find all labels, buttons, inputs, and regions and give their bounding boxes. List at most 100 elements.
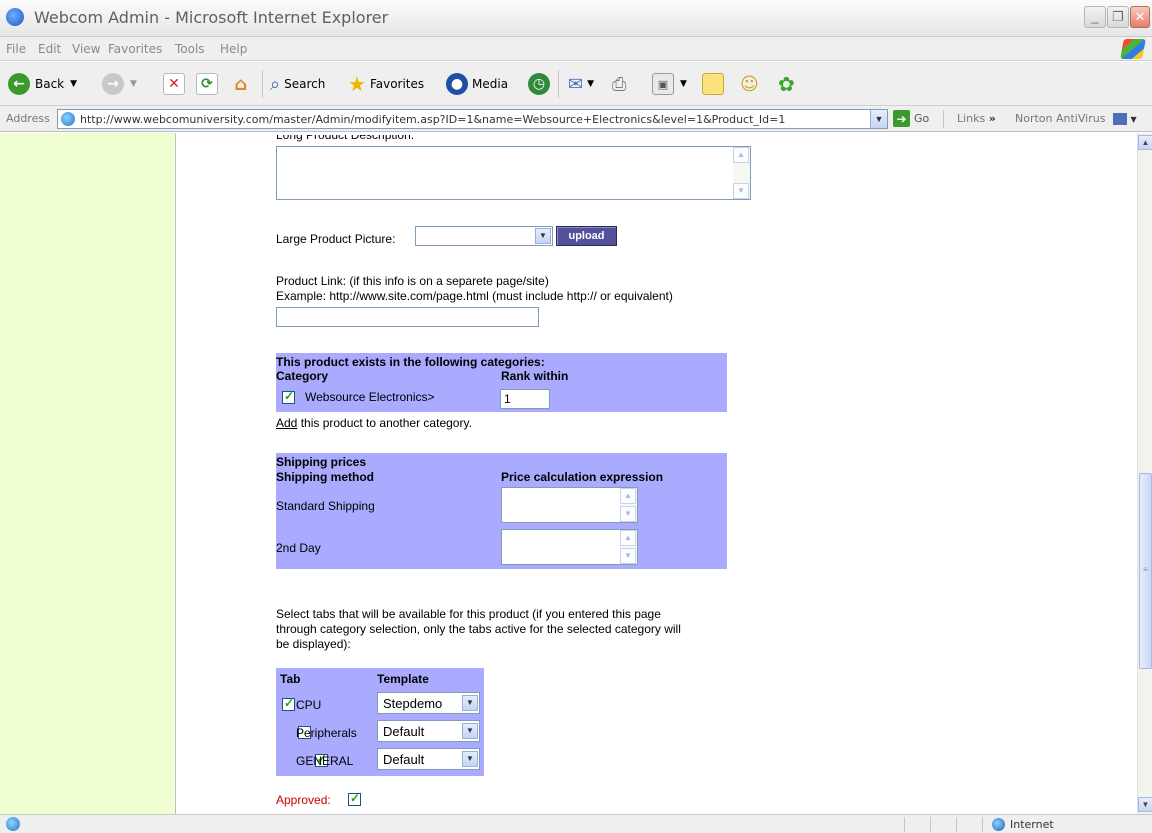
menu-view[interactable]: View [72,42,100,56]
menu-file[interactable]: File [6,42,26,56]
scroll-down-icon[interactable]: ▼ [733,183,749,199]
stop-icon: ✕ [163,73,185,95]
large-picture-select[interactable]: ▼ [415,226,553,246]
edit-dropdown-icon[interactable]: ▼ [680,79,687,89]
long-desc-scrollbar[interactable]: ▲ ▼ [733,147,750,199]
go-arrow-icon: ➔ [893,110,910,127]
scroll-up-icon[interactable]: ▲ [620,530,636,546]
back-button[interactable]: ← Back ▼ [8,72,77,96]
rank-column-header: Rank within [501,369,569,383]
icq-flower-icon: ✿ [778,72,795,96]
scroll-up-icon[interactable]: ▲ [733,147,749,163]
add-category-link[interactable]: Add [276,416,297,430]
close-button[interactable]: ✕ [1130,6,1150,28]
forward-arrow-icon: → [102,73,124,95]
favorites-button[interactable]: ★ Favorites [348,72,424,96]
media-button[interactable]: ● Media [446,72,508,96]
ie-app-icon[interactable] [6,8,24,26]
scroll-up-icon[interactable]: ▲ [1138,135,1152,150]
approved-checkbox[interactable] [348,791,361,806]
windows-flag-icon [1120,39,1146,59]
mail-dropdown-icon[interactable]: ▼ [587,79,594,89]
print-button[interactable]: ⎙ [612,72,626,96]
norton-dropdown-icon[interactable]: ▼ [1130,115,1136,124]
history-button[interactable]: ◷ [528,72,550,96]
links-label: Links [957,112,986,125]
category-column-header: Category [276,369,329,383]
chevron-down-icon[interactable]: ▼ [462,751,478,767]
2nd-day-shipping-expression[interactable]: ▲ ▼ [501,529,638,565]
scroll-down-icon[interactable]: ▼ [1138,797,1152,812]
tab-peripherals-template-select[interactable]: Default ▼ [377,720,480,742]
links-button[interactable]: Links » [957,112,996,125]
long-desc-label: Long Product Description: [276,135,415,142]
page-vertical-scrollbar[interactable]: ▲ ≡ ▼ [1137,133,1152,814]
history-icon: ◷ [528,73,550,95]
go-label: Go [914,112,930,125]
go-button[interactable]: ➔ Go [893,110,929,127]
menu-tools[interactable]: Tools [175,42,205,56]
long-desc-textarea[interactable]: ▲ ▼ [276,146,751,200]
edit-icon: ▣ [652,73,674,95]
categories-panel: This product exists in the following cat… [276,353,727,412]
maximize-button[interactable]: ❐ [1107,6,1129,28]
search-icon: ⌕ [270,73,281,95]
price-expression-header: Price calculation expression [501,470,664,484]
large-picture-label: Large Product Picture: [276,232,396,246]
tab-general-template-select[interactable]: Default ▼ [377,748,480,770]
address-dropdown-icon[interactable]: ▼ [870,110,887,128]
minimize-button[interactable]: _ [1084,6,1106,28]
forward-button[interactable]: → ▼ [102,72,137,96]
links-chevron-icon: » [988,112,996,125]
menu-edit[interactable]: Edit [38,42,61,56]
favorites-star-icon: ★ [348,72,366,96]
home-icon: ⌂ [234,73,248,95]
forward-dropdown-icon[interactable]: ▼ [130,79,137,89]
tabs-intro-line-2: through category selection, only the tab… [276,622,681,636]
template-column-header: Template [377,672,429,686]
left-sidebar [0,133,176,814]
zone-label: Internet [1010,818,1054,831]
tab-general-label: GENERAL [296,754,354,768]
favorites-label: Favorites [369,77,425,91]
shipping-panel: Shipping prices Shipping method Price ca… [276,453,727,569]
tab-cpu-checkbox[interactable] [282,696,295,711]
search-button[interactable]: ⌕ Search [270,72,325,96]
rank-input[interactable]: 1 [500,389,550,409]
chevron-down-icon[interactable]: ▼ [462,723,478,739]
norton-antivirus-button[interactable]: Norton AntiVirus ▼ [1015,112,1137,125]
menu-bar: File Edit View Favorites Tools Help [0,37,1152,61]
product-link-input[interactable] [276,307,539,327]
standard-shipping-expression[interactable]: ▲ ▼ [501,487,638,523]
chevron-down-icon[interactable]: ▼ [462,695,478,711]
menu-favorites[interactable]: Favorites [108,42,162,56]
window-titlebar: Webcom Admin - Microsoft Internet Explor… [0,0,1152,37]
refresh-button[interactable]: ⟳ [196,72,218,96]
category-name: Websource Electronics> [305,390,435,404]
chevron-down-icon[interactable]: ▼ [535,228,551,244]
icq-button[interactable]: ✿ [778,72,795,96]
messenger-button[interactable]: ☺ [740,72,759,96]
norton-icon [1112,113,1127,125]
add-category-text: Add this product to another category. [276,416,472,430]
stop-button[interactable]: ✕ [163,72,185,96]
categories-heading: This product exists in the following cat… [276,355,545,369]
back-dropdown-icon[interactable]: ▼ [70,79,77,89]
scroll-thumb[interactable]: ≡ [1139,473,1152,669]
category-checkbox[interactable] [282,389,295,404]
edit-button[interactable]: ▣ ▼ [652,72,687,96]
scroll-down-icon[interactable]: ▼ [620,506,636,522]
search-label: Search [284,77,326,91]
menu-help[interactable]: Help [220,42,247,56]
home-button[interactable]: ⌂ [230,72,252,96]
media-label: Media [472,77,509,91]
tab-cpu-template-select[interactable]: Stepdemo ▼ [377,692,480,714]
upload-button[interactable]: upload [556,226,617,246]
tab-general-template-value: Default [383,751,425,767]
notes-button[interactable] [702,72,724,96]
scroll-up-icon[interactable]: ▲ [620,488,636,504]
tabs-intro-line-3: be displayed): [276,637,351,651]
scroll-down-icon[interactable]: ▼ [620,548,636,564]
address-input[interactable]: http://www.webcomuniversity.com/master/A… [57,109,888,129]
mail-button[interactable]: ✉ ▼ [568,72,594,96]
